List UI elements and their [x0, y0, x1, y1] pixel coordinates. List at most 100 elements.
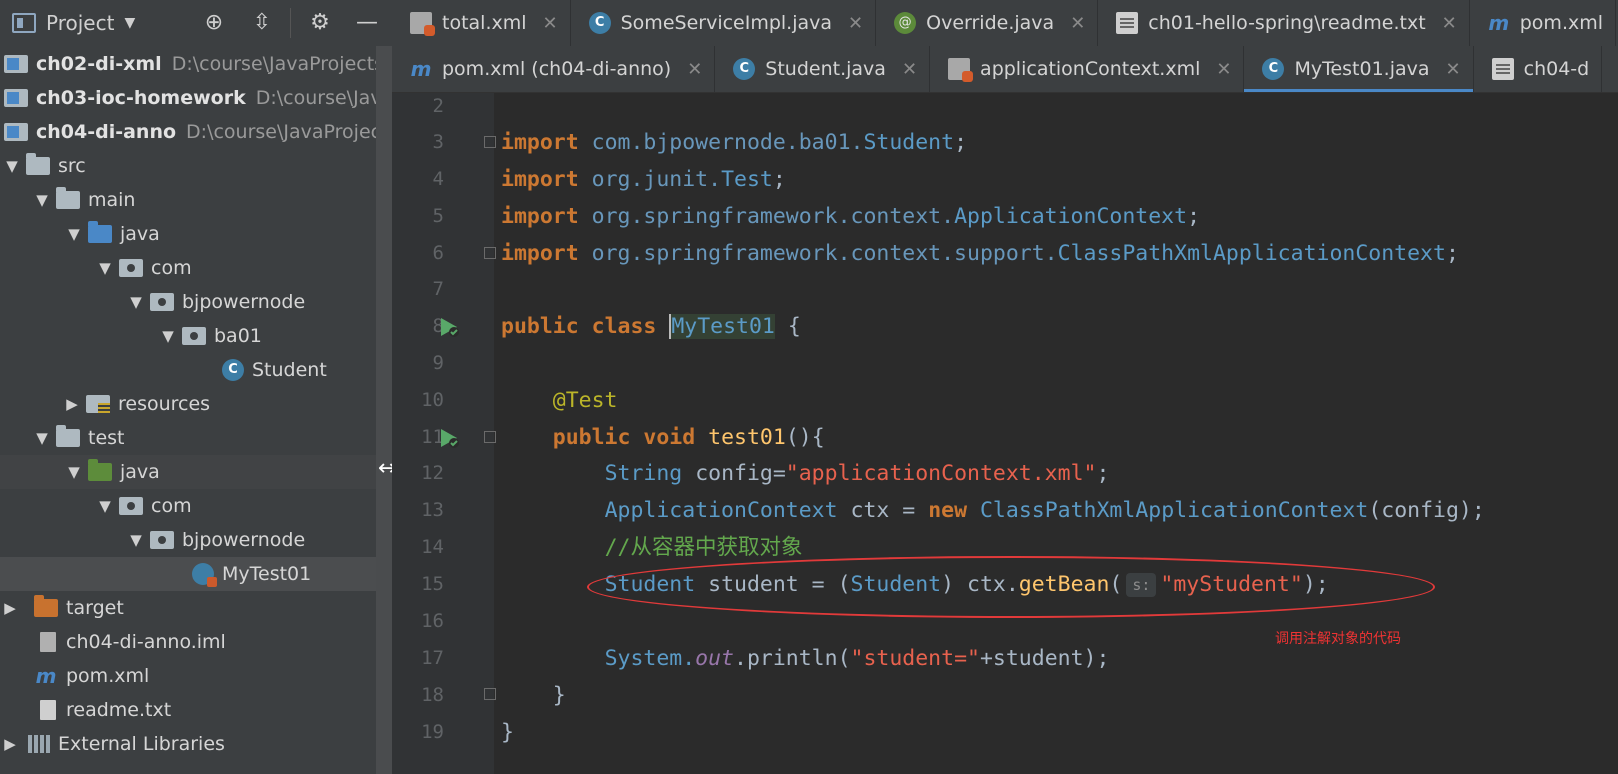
- fold-marker-icon[interactable]: [484, 136, 496, 148]
- class-icon: C: [733, 58, 756, 80]
- tree-label: MyTest01: [222, 563, 312, 585]
- tab-applicationcontext-xml[interactable]: applicationContext.xml ✕: [930, 46, 1245, 92]
- keyword: public: [501, 314, 579, 339]
- chevron-down-icon[interactable]: ▼: [34, 191, 50, 209]
- tree-item-ba01[interactable]: ▼ ba01: [0, 319, 376, 353]
- tree-item-readme[interactable]: readme.txt: [0, 693, 376, 727]
- tree-item-src[interactable]: ▼ src: [0, 149, 376, 183]
- tab-pom-xml[interactable]: m pom.xml: [1470, 0, 1617, 46]
- package-icon: [150, 293, 174, 311]
- tree-item-external-libraries[interactable]: ▶ External Libraries: [0, 727, 376, 761]
- tree-item-test-com[interactable]: ▼ com: [0, 489, 376, 523]
- close-icon[interactable]: ✕: [1442, 13, 1457, 34]
- fold-marker-icon[interactable]: [484, 431, 496, 443]
- fold-marker-icon[interactable]: [484, 247, 496, 259]
- gear-icon[interactable]: ⚙: [305, 8, 335, 38]
- tree-item-test-bjpowernode[interactable]: ▼ bjpowernode: [0, 523, 376, 557]
- chevron-right-icon[interactable]: ▶: [2, 735, 18, 753]
- tab-pom-xml-ch04[interactable]: m pom.xml (ch04-di-anno) ✕: [392, 46, 716, 92]
- code-line-4[interactable]: import org.junit.Test;: [501, 161, 786, 198]
- punct: }: [552, 683, 566, 708]
- tree-item-test-java[interactable]: ▼ java: [0, 455, 376, 489]
- chevron-down-icon[interactable]: ▼: [34, 429, 50, 447]
- keyword: public: [552, 425, 631, 450]
- chevron-down-icon[interactable]: ▼: [66, 225, 82, 243]
- tree-item-pom[interactable]: m pom.xml: [0, 659, 376, 693]
- code-line-18[interactable]: }: [501, 677, 566, 714]
- chevron-down-icon[interactable]: ▼: [160, 327, 176, 345]
- tree-item-test[interactable]: ▼ test: [0, 421, 376, 455]
- test-class-icon: [192, 563, 217, 587]
- tab-readme-txt[interactable]: ch01-hello-spring\readme.txt ✕: [1098, 0, 1470, 46]
- code-line-5[interactable]: import org.springframework.context.Appli…: [501, 198, 1200, 235]
- keyword: import: [501, 241, 579, 266]
- locate-icon[interactable]: ⊕: [199, 8, 229, 38]
- chevron-down-icon[interactable]: ▼: [128, 531, 144, 549]
- code-line-6[interactable]: import org.springframework.context.suppo…: [501, 235, 1459, 272]
- code-line-10[interactable]: @Test: [501, 382, 618, 419]
- xml-file-icon: [410, 12, 435, 36]
- panel-splitter[interactable]: [376, 46, 392, 774]
- close-icon[interactable]: ✕: [1070, 13, 1085, 34]
- tree-item-main[interactable]: ▼ main: [0, 183, 376, 217]
- tab-override-java[interactable]: @ Override.java ✕: [876, 0, 1099, 46]
- tree-item-ch02-di-xml[interactable]: ch02-di-xml D:\course\JavaProjects\sp: [0, 47, 376, 81]
- tree-item-ch03-ioc-homework[interactable]: ch03-ioc-homework D:\course\JavaPr: [0, 81, 376, 115]
- chevron-down-icon[interactable]: ▼: [97, 497, 113, 515]
- line-number: 14: [421, 536, 444, 558]
- tree-item-target[interactable]: ▶ target: [0, 591, 376, 625]
- project-header[interactable]: Project ▼ ⊕ ⇳ ⚙ —: [0, 0, 392, 46]
- run-test-icon[interactable]: [436, 425, 462, 451]
- tab-label: Student.java: [765, 58, 886, 80]
- module-icon: [4, 89, 28, 107]
- code-line-8[interactable]: public class MyTest01 {: [501, 308, 801, 345]
- line-number: 16: [421, 610, 444, 632]
- collapse-all-icon[interactable]: ⇳: [247, 8, 277, 38]
- chevron-down-icon[interactable]: ▼: [97, 259, 113, 277]
- chevron-down-icon[interactable]: ▼: [124, 15, 135, 31]
- code-line-19[interactable]: }: [501, 714, 514, 751]
- code-line-13[interactable]: ApplicationContext ctx = new ClassPathXm…: [501, 492, 1485, 529]
- code-line-11[interactable]: public void test01(){: [501, 419, 825, 456]
- chevron-down-icon[interactable]: ▼: [128, 293, 144, 311]
- tab-label: pom.xml (ch04-di-anno): [442, 58, 672, 80]
- tree-item-mytest01[interactable]: MyTest01: [0, 557, 376, 591]
- code-line-3[interactable]: import com.bjpowernode.ba01.Student;: [501, 124, 967, 161]
- chevron-right-icon[interactable]: ▶: [64, 395, 80, 413]
- close-icon[interactable]: ✕: [543, 13, 558, 34]
- code-line-12[interactable]: String config="applicationContext.xml";: [501, 455, 1110, 492]
- close-icon[interactable]: ✕: [848, 13, 863, 34]
- chevron-right-icon[interactable]: ▶: [2, 599, 18, 617]
- tree-item-main-bjpowernode[interactable]: ▼ bjpowernode: [0, 285, 376, 319]
- tree-label: com: [151, 257, 192, 279]
- chevron-down-icon[interactable]: ▼: [4, 157, 20, 175]
- tree-item-main-com[interactable]: ▼ com: [0, 251, 376, 285]
- class-name: Test: [721, 167, 773, 192]
- code-line-17[interactable]: System.out.println("student="+student);: [501, 640, 1110, 677]
- tab-total-xml[interactable]: total.xml ✕: [392, 0, 571, 46]
- tree-item-resources[interactable]: ▶ resources: [0, 387, 376, 421]
- run-test-icon[interactable]: [436, 314, 462, 340]
- class-declaration-name[interactable]: MyTest01: [669, 314, 775, 339]
- tree-item-ch04-di-anno[interactable]: ch04-di-anno D:\course\JavaProjects\: [0, 115, 376, 149]
- tab-someserviceimpl-java[interactable]: C SomeServiceImpl.java ✕: [571, 0, 877, 46]
- project-view-label[interactable]: Project: [46, 11, 114, 35]
- tree-item-iml[interactable]: ch04-di-anno.iml: [0, 625, 376, 659]
- tab-student-java[interactable]: C Student.java ✕: [715, 46, 931, 92]
- line-number: 19: [421, 721, 444, 743]
- module-name: ch03-ioc-homework: [36, 87, 246, 109]
- tree-item-main-java[interactable]: ▼ java: [0, 217, 376, 251]
- code-line-14[interactable]: //从容器中获取对象: [501, 529, 803, 566]
- chevron-down-icon[interactable]: ▼: [66, 463, 82, 481]
- close-icon[interactable]: ✕: [687, 59, 702, 80]
- fold-marker-icon[interactable]: [484, 688, 496, 700]
- close-icon[interactable]: ✕: [902, 59, 917, 80]
- module-path: D:\course\JavaProjects\sp: [171, 53, 376, 75]
- tree-item-student[interactable]: C Student: [0, 353, 376, 387]
- tab-ch04-d[interactable]: ch04-d: [1474, 46, 1603, 92]
- hide-icon[interactable]: —: [352, 8, 382, 38]
- close-icon[interactable]: ✕: [1216, 59, 1231, 80]
- close-icon[interactable]: ✕: [1446, 59, 1461, 80]
- tab-mytest01-java[interactable]: C MyTest01.java ✕: [1244, 46, 1474, 92]
- folder-icon: [26, 153, 50, 175]
